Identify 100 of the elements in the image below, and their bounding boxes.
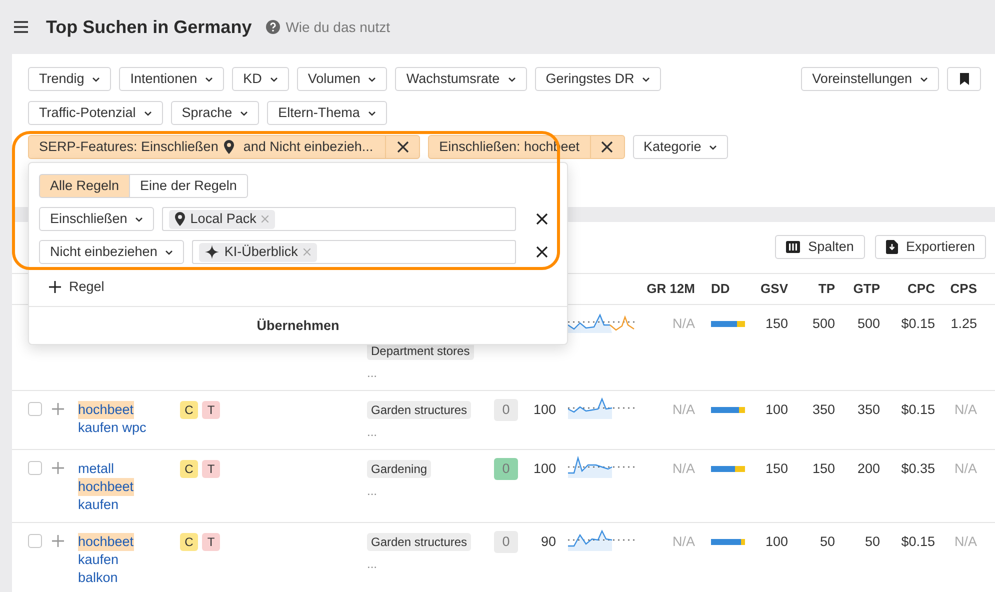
keyword-link[interactable]: hochbeet xyxy=(78,401,134,419)
caret-icon xyxy=(709,144,718,150)
sparkline xyxy=(568,311,635,333)
kd-badge: 0 xyxy=(494,531,518,553)
cpc-value: $0.15 xyxy=(900,533,935,551)
remove-icon xyxy=(261,215,270,223)
column-header[interactable]: TP xyxy=(788,279,835,299)
plus-icon[interactable] xyxy=(52,462,64,474)
mode-tab[interactable]: Alle Regeln xyxy=(39,174,130,198)
filter-dropdown[interactable]: Eltern-Thema xyxy=(267,101,387,125)
keyword-link[interactable]: hochbeet xyxy=(78,478,134,496)
plus-icon[interactable] xyxy=(52,403,64,415)
category-tag: Garden structures xyxy=(367,401,472,419)
apply-button[interactable]: Übernehmen xyxy=(256,316,340,336)
keyword-link[interactable]: metall xyxy=(78,460,114,478)
cps-value: N/A xyxy=(953,533,977,551)
active-filter-chip[interactable]: SERP-Features: Einschließen and Nicht einbezieh... xyxy=(28,135,420,159)
caret-icon xyxy=(240,110,248,116)
cps-value: 1.25 xyxy=(950,315,977,333)
operator-dropdown[interactable]: Einschließen xyxy=(39,207,154,231)
kd-badge: 0 xyxy=(494,399,518,421)
cpc-value: $0.15 xyxy=(900,401,935,419)
gtp-value: 50 xyxy=(864,533,880,551)
page-title: Top Suchen in Germany xyxy=(46,16,252,39)
caret-icon xyxy=(165,250,174,254)
menu-icon[interactable] xyxy=(14,21,28,33)
kd-badge: 0 xyxy=(494,458,518,480)
export-button[interactable]: Exportieren xyxy=(874,235,986,259)
add-rule-button[interactable]: Regel xyxy=(49,277,104,298)
gsv-value: 100 xyxy=(764,401,788,419)
growth-value: N/A xyxy=(671,533,695,551)
filter-dropdown[interactable]: Geringstes DR xyxy=(534,67,662,91)
close-icon xyxy=(536,213,548,225)
caret-icon xyxy=(144,110,152,116)
growth-value: N/A xyxy=(671,401,695,419)
filter-dropdown[interactable]: Trendig xyxy=(28,67,112,91)
more-ellipsis[interactable]: ... xyxy=(367,482,378,500)
column-header[interactable]: GSV xyxy=(755,279,788,299)
volume-value: 100 xyxy=(533,402,556,417)
volume-value: 90 xyxy=(540,534,556,549)
map-pin-icon xyxy=(175,212,186,226)
plus-icon[interactable] xyxy=(52,535,64,547)
filter-label: and Nicht einbezieh... xyxy=(243,138,374,156)
growth-value: N/A xyxy=(671,315,695,333)
keyword-link[interactable]: kaufen wpc xyxy=(78,419,146,437)
intent-badge: C xyxy=(180,401,198,419)
gsv-value: 100 xyxy=(764,533,788,551)
caret-icon xyxy=(368,110,376,116)
filter-dropdown[interactable]: Wachstumsrate xyxy=(395,67,527,91)
keyword-link[interactable]: balkon xyxy=(78,569,118,587)
gsv-value: 150 xyxy=(764,460,788,478)
help-icon xyxy=(266,20,280,34)
feature-input[interactable]: Local Pack xyxy=(162,207,516,231)
volume-value: 100 xyxy=(533,461,556,476)
columns-button[interactable]: Spalten xyxy=(775,235,865,259)
operator-dropdown[interactable]: Nicht einbeziehen xyxy=(39,240,184,264)
caret-icon xyxy=(642,76,650,82)
sparkline xyxy=(568,456,635,478)
keyword-link[interactable]: kaufen xyxy=(78,496,119,514)
tp-value: 50 xyxy=(818,533,835,551)
filter-dropdown[interactable]: KD xyxy=(232,67,289,91)
feature-tag-label: KI-Überblick xyxy=(224,242,298,261)
sparkline xyxy=(568,397,635,419)
mode-tab[interactable]: Eine der Regeln xyxy=(130,174,248,198)
close-icon xyxy=(536,246,548,258)
feature-input[interactable]: KI-Überblick xyxy=(192,240,516,264)
intent-badge: T xyxy=(202,460,220,478)
more-ellipsis[interactable]: ... xyxy=(367,423,378,441)
keyword-link[interactable]: hochbeet xyxy=(78,533,134,551)
caret-icon xyxy=(270,76,278,82)
plus-icon xyxy=(49,281,61,294)
column-header[interactable]: DD xyxy=(695,279,755,299)
column-header[interactable]: CPC xyxy=(880,279,935,299)
filter-dropdown[interactable]: Sprache xyxy=(170,101,260,125)
bookmark-button[interactable] xyxy=(947,67,981,91)
keyword-link[interactable]: kaufen xyxy=(78,551,119,569)
help-link[interactable]: Wie du das nutzt xyxy=(286,16,390,38)
filter-dropdown[interactable]: Traffic-Potenzial xyxy=(28,101,163,125)
filter-dropdown[interactable]: Volumen xyxy=(296,67,388,91)
row-checkbox[interactable] xyxy=(28,534,42,548)
filter-dropdown[interactable]: Kategorie xyxy=(632,135,728,159)
column-header[interactable]: CPS xyxy=(935,279,977,299)
intent-badge: T xyxy=(202,401,220,419)
close-icon xyxy=(601,141,614,153)
tp-value: 350 xyxy=(811,401,835,419)
category-tag: Gardening xyxy=(367,460,432,478)
intent-badge: T xyxy=(202,533,220,551)
filter-dropdown[interactable]: Intentionen xyxy=(119,67,224,91)
more-ellipsis[interactable]: ... xyxy=(367,364,378,382)
row-checkbox[interactable] xyxy=(28,461,42,475)
gtp-value: 500 xyxy=(856,315,880,333)
bookmark-icon xyxy=(960,73,968,85)
cps-value: N/A xyxy=(953,460,977,478)
column-header[interactable]: GTP xyxy=(835,279,880,299)
column-header[interactable]: GR 12M xyxy=(642,279,695,299)
row-checkbox[interactable] xyxy=(28,402,42,416)
caret-icon xyxy=(920,76,928,82)
caret-icon xyxy=(135,216,144,222)
filter-dropdown[interactable]: Voreinstellungen xyxy=(801,67,939,91)
more-ellipsis[interactable]: ... xyxy=(367,555,378,573)
